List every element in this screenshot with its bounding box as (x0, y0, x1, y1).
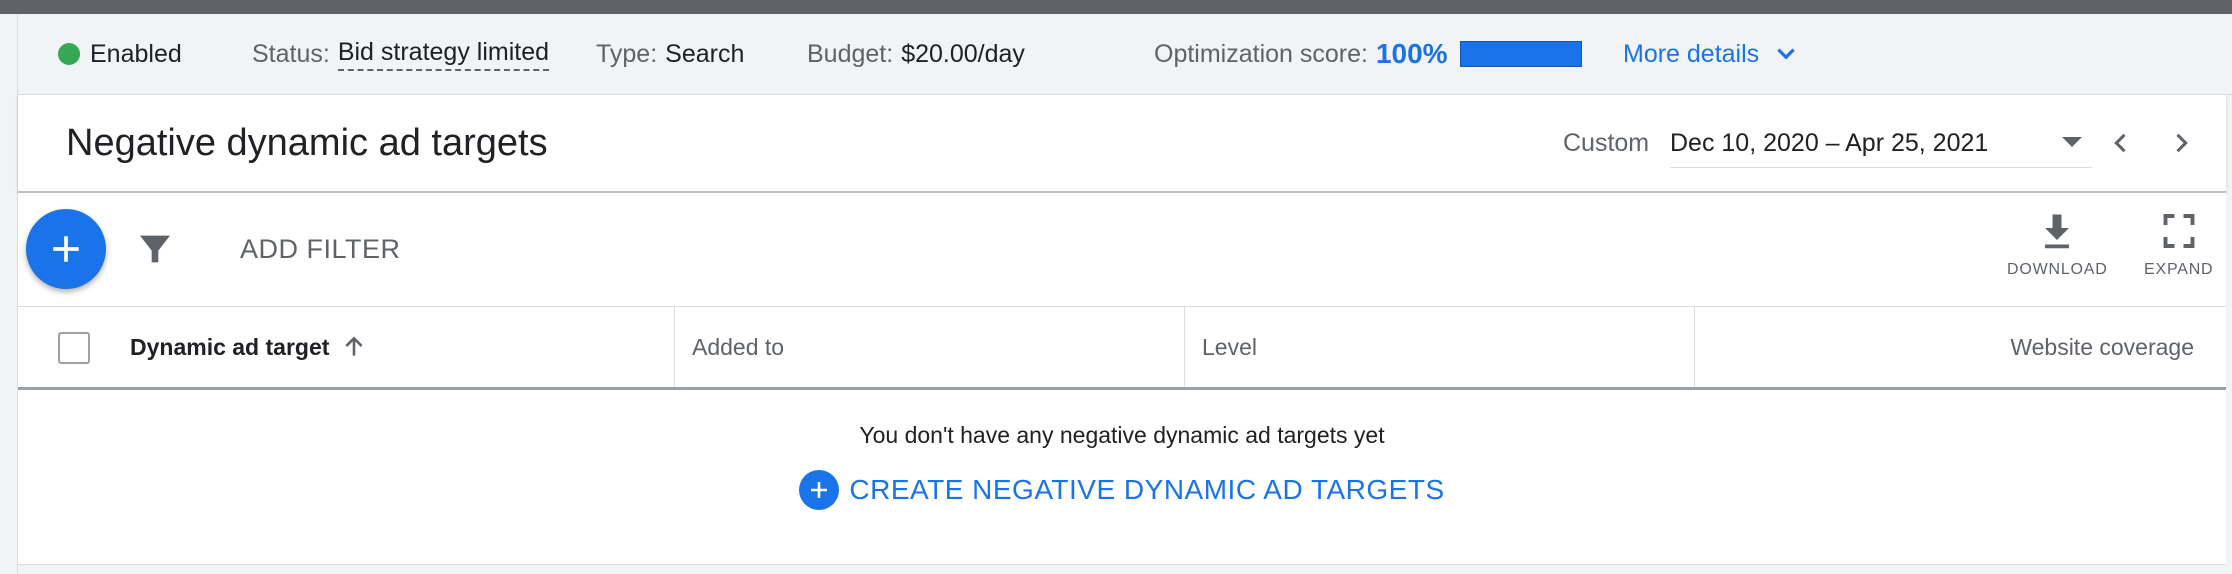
budget-field: Budget: $20.00/day (807, 14, 1025, 94)
optimization-score[interactable]: Optimization score: 100% (1154, 14, 1582, 94)
type-label: Type: (596, 39, 658, 68)
budget-label: Budget: (807, 39, 894, 68)
chevron-down-icon (1777, 48, 1795, 60)
empty-state-message: You don't have any negative dynamic ad t… (859, 422, 1385, 448)
previous-period-button[interactable] (2101, 123, 2141, 163)
chevron-left-icon (2114, 133, 2126, 153)
table-header: Dynamic ad target Added to Level Website… (18, 307, 2226, 390)
optimization-label: Optimization score: (1154, 39, 1368, 68)
column-header-website-coverage[interactable]: Website coverage (2010, 307, 2194, 387)
column-header-level[interactable]: Level (1202, 307, 1257, 387)
download-icon (2045, 214, 2070, 249)
create-negative-targets-label: CREATE NEGATIVE DYNAMIC AD TARGETS (849, 474, 1445, 505)
arrow-up-icon (345, 336, 363, 356)
more-details-label: More details (1623, 39, 1760, 68)
column-header-added-to[interactable]: Added to (692, 307, 784, 387)
expand-label: EXPAND (2144, 261, 2214, 278)
budget-value: $20.00/day (901, 39, 1025, 68)
page-header: Negative dynamic ad targets Custom Dec 1… (18, 95, 2226, 193)
column-header-dynamic-ad-target[interactable]: Dynamic ad target (130, 307, 367, 387)
window-top-bar (0, 0, 2232, 14)
more-details-button[interactable]: More details (1623, 14, 1799, 94)
page-title: Negative dynamic ad targets (66, 121, 548, 164)
column-divider (1694, 307, 1695, 387)
create-negative-targets-button[interactable]: CREATE NEGATIVE DYNAMIC AD TARGETS (18, 470, 2226, 510)
download-label: DOWNLOAD (2007, 261, 2108, 278)
type-value: Search (665, 39, 745, 68)
download-button[interactable]: DOWNLOAD (2007, 211, 2108, 279)
status-label: Status: (252, 39, 330, 68)
status-field: Status: Bid strategy limited (252, 14, 550, 94)
expand-button[interactable]: EXPAND (2144, 211, 2213, 279)
next-period-button[interactable] (2161, 123, 2201, 163)
dropdown-arrow-icon (2062, 137, 2082, 147)
optimization-value: 100% (1375, 38, 1448, 69)
empty-state: You don't have any negative dynamic ad t… (18, 390, 2226, 565)
date-range-picker[interactable]: Dec 10, 2020 – Apr 25, 2021 (1670, 119, 2092, 168)
add-button[interactable] (26, 209, 106, 289)
column-label: Dynamic ad target (130, 333, 330, 360)
select-all-checkbox[interactable] (58, 332, 90, 364)
table-toolbar: ADD FILTER DOWNLOAD EXPAND (18, 193, 2226, 307)
type-field: Type: Search (596, 14, 744, 94)
status-value-link[interactable]: Bid strategy limited (337, 38, 550, 71)
left-gutter (0, 14, 18, 574)
add-filter-button[interactable]: ADD FILTER (240, 193, 401, 306)
green-dot-icon (58, 43, 80, 65)
filter-icon[interactable] (135, 229, 175, 269)
fullscreen-icon (2163, 214, 2195, 248)
optimization-progress-bar (1459, 41, 1582, 67)
date-range-value: Dec 10, 2020 – Apr 25, 2021 (1670, 128, 1989, 157)
chevron-right-icon (2176, 133, 2188, 153)
enabled-status[interactable]: Enabled (58, 14, 182, 94)
enabled-label: Enabled (90, 39, 182, 68)
campaign-status-bar: Enabled Status: Bid strategy limited Typ… (18, 14, 2232, 95)
column-divider (1184, 307, 1185, 387)
plus-icon (53, 236, 79, 262)
date-preset-label: Custom (1563, 128, 1650, 157)
column-divider (674, 307, 675, 387)
plus-circle-icon (799, 470, 840, 510)
